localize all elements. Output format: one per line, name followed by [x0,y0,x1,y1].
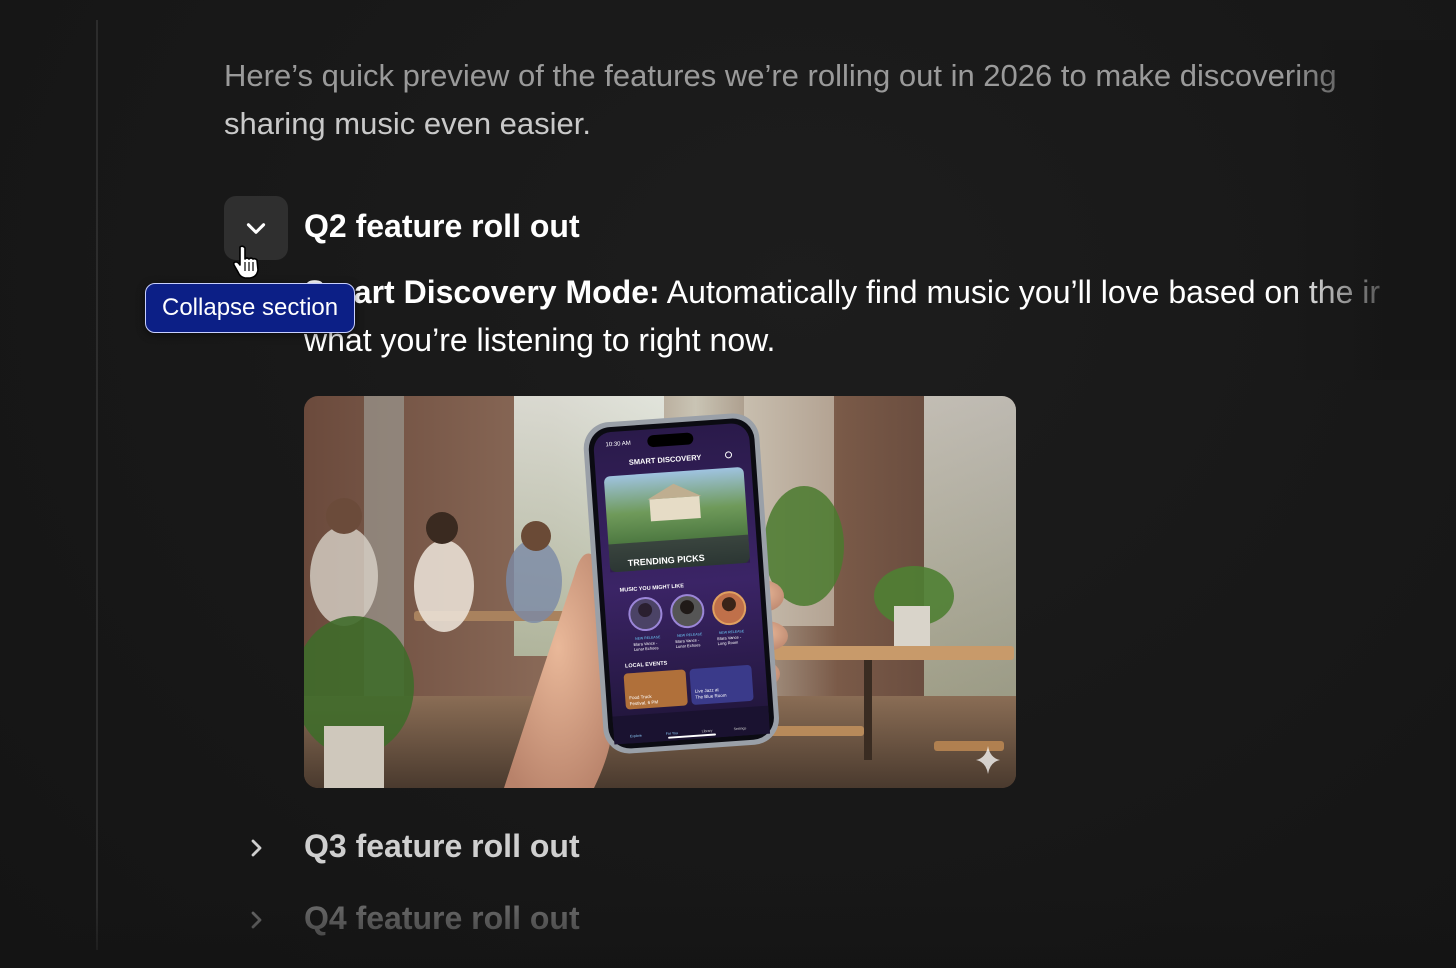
document-canvas: Here’s quick preview of the features we’… [0,0,1456,968]
hand-pointer-icon [232,245,259,279]
q3-section-title: Q3 feature roll out [304,828,580,864]
svg-text:Library: Library [702,729,713,734]
chevron-down-icon [246,223,266,234]
collapse-section-tooltip: Collapse section [145,283,356,333]
q4-section-title: Q4 feature roll out [304,900,580,936]
phone-event-2: Live Jazz at The Blue Room [689,665,754,705]
svg-text:For You: For You [666,731,678,736]
intro-paragraph: Here’s quick preview of the features we’… [224,52,1456,148]
svg-text:Explore: Explore [630,734,642,739]
chevron-right-icon [251,839,262,857]
cafe-phone-illustration: 10:30 AM SMART DISCOVERY TRENDING PICKS … [304,396,1016,788]
chevron-right-icon [251,911,262,929]
smart-discovery-paragraph: Smart Discovery Mode: Automatically find… [304,268,1456,364]
left-margin-rule [96,20,98,950]
expand-q3-button[interactable] [240,832,272,864]
bottom-edge-fade [0,898,1456,968]
phone-event-1: Food Truck Festival, 6 PM [623,669,688,710]
feature-description-line-2: what you’re listening to right now. [304,322,776,358]
smart-discovery-image: 10:30 AM SMART DISCOVERY TRENDING PICKS … [304,396,1016,788]
feature-description-line-1: Automatically find music you’ll love bas… [659,274,1381,310]
intro-line-1: Here’s quick preview of the features we’… [224,58,1337,93]
intro-line-2: sharing music even easier. [224,106,592,141]
expand-q4-button[interactable] [240,904,272,936]
feature-name: Smart Discovery Mode: [304,274,660,310]
q2-section-title: Q2 feature roll out [304,208,580,244]
